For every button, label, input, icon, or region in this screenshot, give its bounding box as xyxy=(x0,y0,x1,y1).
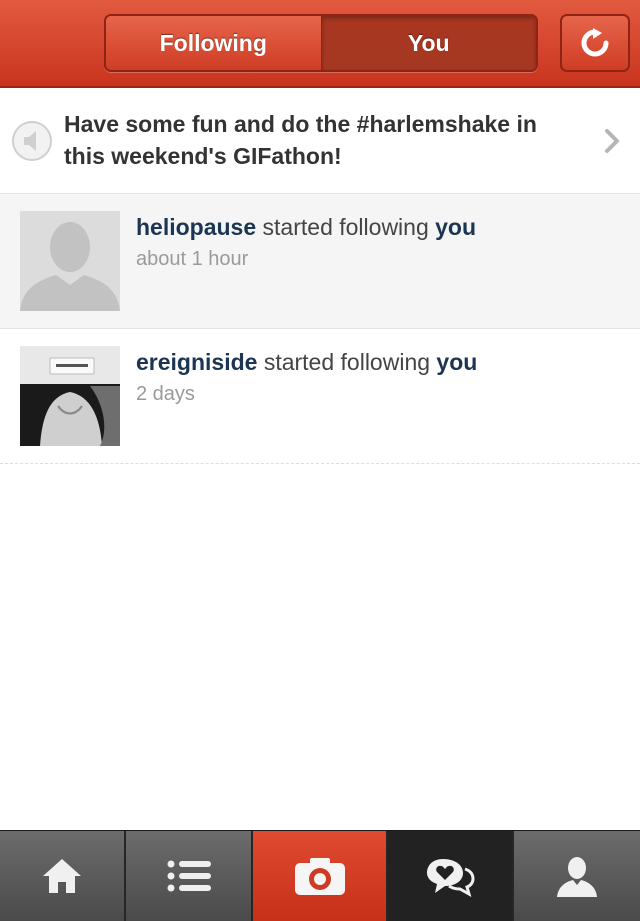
segmented-control: Following You xyxy=(104,14,538,72)
username-link[interactable]: heliopause xyxy=(136,214,256,240)
bottom-tab-bar xyxy=(0,830,640,921)
chevron-right-icon xyxy=(605,129,619,153)
target-link[interactable]: you xyxy=(435,214,476,240)
tab-activity[interactable] xyxy=(388,831,514,921)
refresh-button[interactable] xyxy=(560,14,630,72)
home-icon xyxy=(43,859,81,893)
target-link[interactable]: you xyxy=(436,349,477,375)
timestamp: 2 days xyxy=(136,383,195,405)
announcement-text: Have some fun and do the #harlemshake in… xyxy=(64,111,537,169)
avatar[interactable] xyxy=(20,211,120,311)
activity-action: started following xyxy=(262,214,429,240)
avatar[interactable] xyxy=(20,346,120,446)
refresh-icon xyxy=(581,28,609,57)
speaker-icon xyxy=(12,121,52,161)
top-nav-bar: Following You xyxy=(0,0,640,88)
tab-following[interactable]: Following xyxy=(106,16,321,70)
tab-post[interactable] xyxy=(253,831,388,921)
activity-text: heliopause started following you xyxy=(136,214,476,241)
profile-icon xyxy=(557,857,597,897)
timestamp: about 1 hour xyxy=(136,248,249,270)
announcement-banner[interactable]: Have some fun and do the #harlemshake in… xyxy=(0,88,640,194)
tab-dashboard[interactable] xyxy=(126,831,253,921)
photo-avatar-image xyxy=(20,346,120,446)
activity-row[interactable]: ereigniside started following you 2 days xyxy=(0,329,640,464)
camera-icon xyxy=(294,858,345,895)
tab-home[interactable] xyxy=(0,831,126,921)
username-link[interactable]: ereigniside xyxy=(136,349,257,375)
tab-account[interactable] xyxy=(514,831,640,921)
activity-text: ereigniside started following you xyxy=(136,349,477,376)
chat-heart-icon xyxy=(427,859,475,897)
tab-you[interactable]: You xyxy=(320,16,536,70)
default-avatar-icon xyxy=(20,211,120,311)
list-icon xyxy=(167,860,211,892)
activity-row[interactable]: heliopause started following you about 1… xyxy=(0,194,640,329)
activity-action: started following xyxy=(263,349,431,375)
